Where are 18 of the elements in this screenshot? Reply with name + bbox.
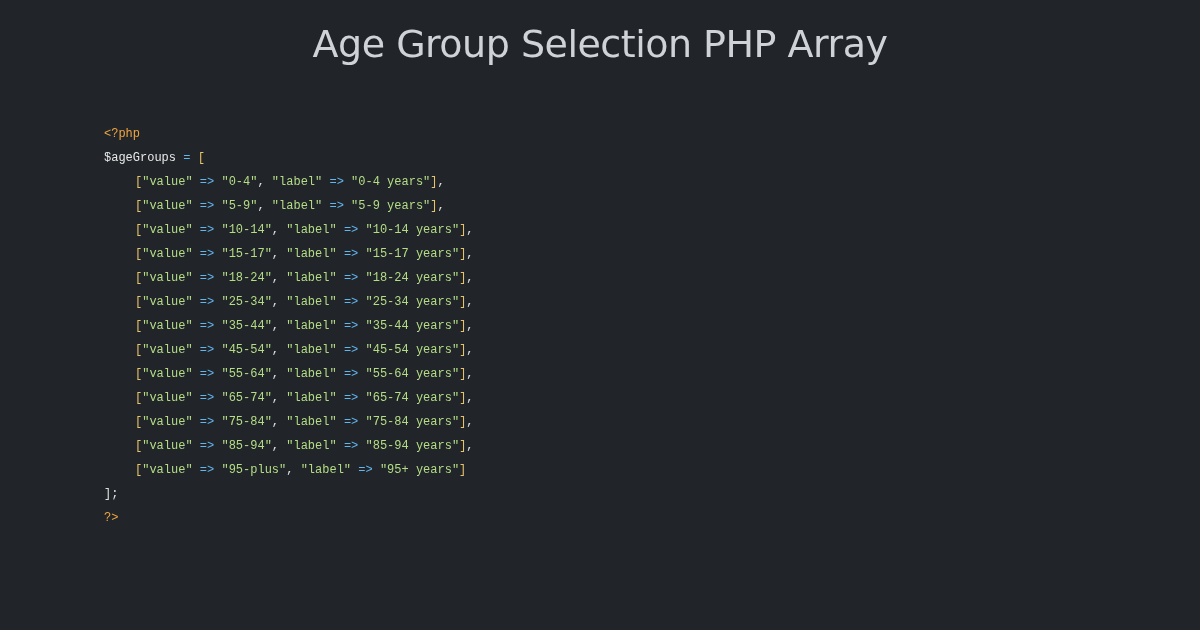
code-line: ?> xyxy=(104,510,119,527)
code-line: ["value" => "10-14", "label" => "10-14 years"], xyxy=(135,222,474,239)
code-line: ["value" => "85-94", "label" => "85-94 years"], xyxy=(135,438,474,455)
code-line: <?php xyxy=(104,126,140,143)
code-line: ["value" => "15-17", "label" => "15-17 years"], xyxy=(135,246,474,263)
code-line: ["value" => "55-64", "label" => "55-64 years"], xyxy=(135,366,474,383)
code-line: ["value" => "75-84", "label" => "75-84 years"], xyxy=(135,414,474,431)
code-line: ["value" => "25-34", "label" => "25-34 years"], xyxy=(135,294,474,311)
code-line: $ageGroups = [ xyxy=(104,150,205,167)
code-line: ["value" => "95-plus", "label" => "95+ years"] xyxy=(135,462,467,479)
code-line: ["value" => "18-24", "label" => "18-24 years"], xyxy=(135,270,474,287)
code-line: ["value" => "35-44", "label" => "35-44 years"], xyxy=(135,318,474,335)
code-line: ["value" => "45-54", "label" => "45-54 years"], xyxy=(135,342,474,359)
page-title: Age Group Selection PHP Array xyxy=(312,22,888,66)
code-line: ["value" => "0-4", "label" => "0-4 years"], xyxy=(135,174,445,191)
code-line: ["value" => "65-74", "label" => "65-74 years"], xyxy=(135,390,474,407)
code-line: ]; xyxy=(104,486,119,503)
code-line: ["value" => "5-9", "label" => "5-9 years"], xyxy=(135,198,445,215)
